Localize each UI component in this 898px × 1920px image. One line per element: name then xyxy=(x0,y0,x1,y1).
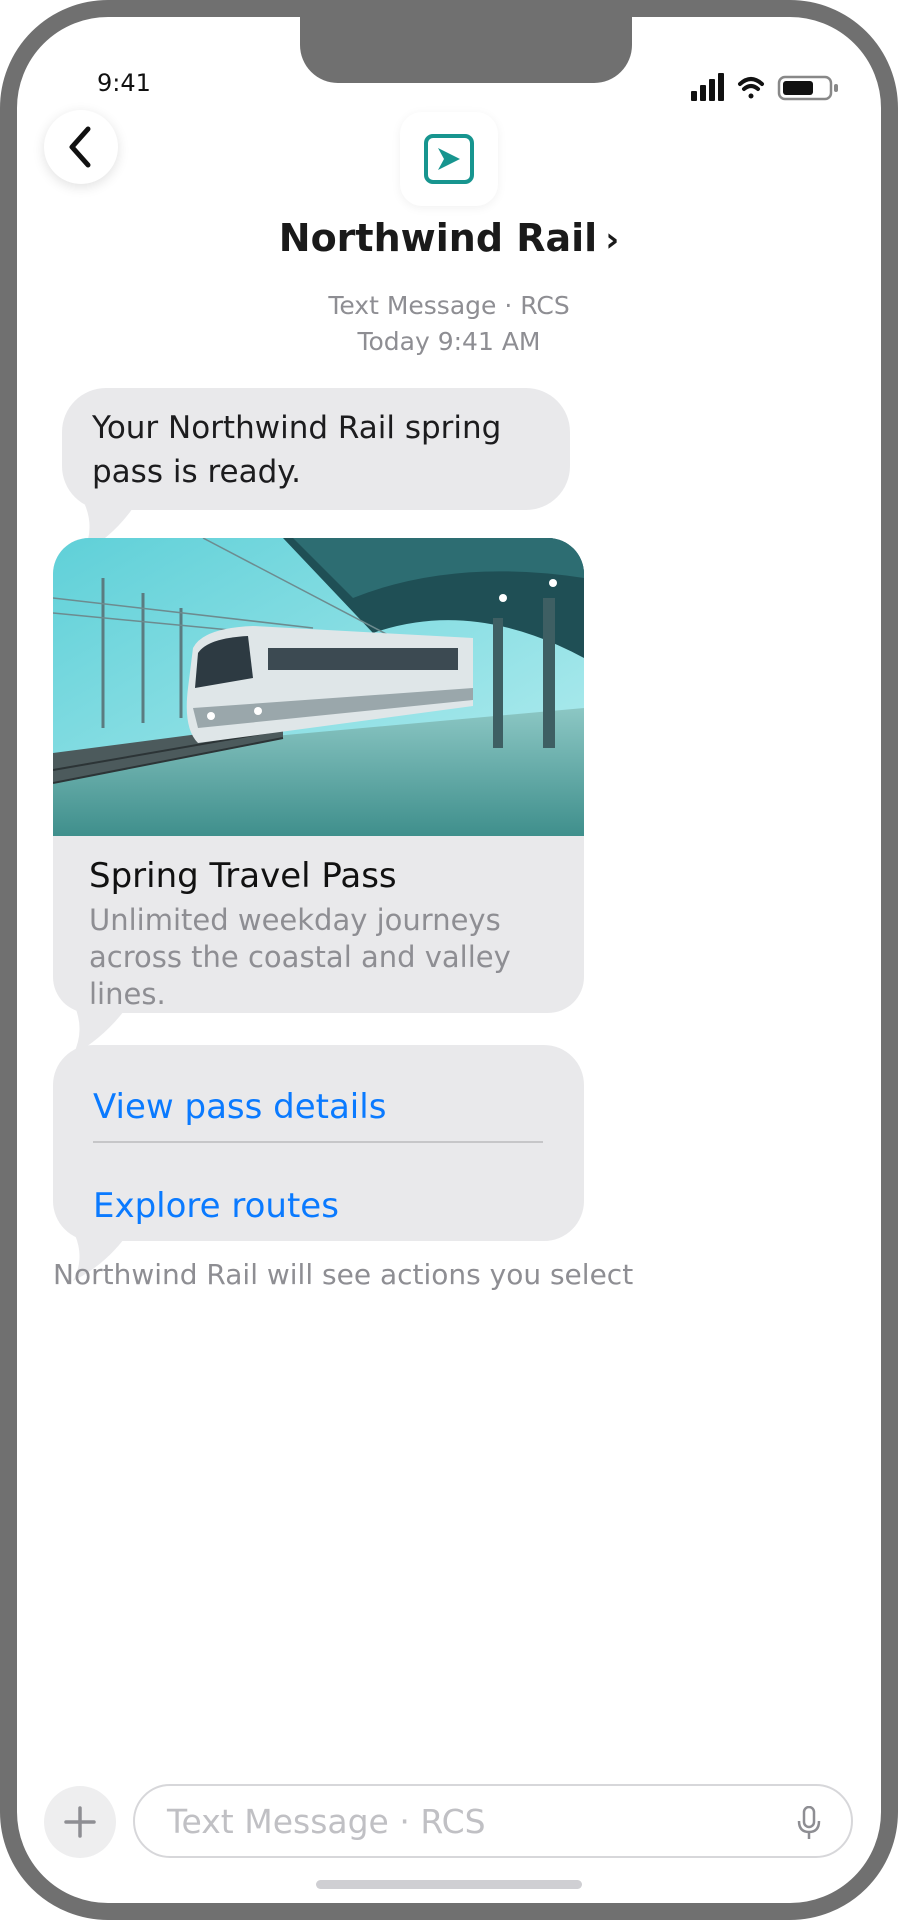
phone-frame: 9:41 Northwind Rail › Text Message · RCS… xyxy=(0,0,898,1920)
suggested-actions: View pass details Explore routes xyxy=(53,1045,584,1241)
northwind-rail-logo-icon xyxy=(424,134,474,184)
message-input-placeholder: Text Message · RCS xyxy=(167,1802,486,1841)
view-pass-details-button[interactable]: View pass details xyxy=(93,1087,386,1127)
message-input[interactable]: Text Message · RCS xyxy=(133,1784,853,1858)
back-button[interactable] xyxy=(44,110,118,184)
microphone-icon[interactable] xyxy=(797,1806,821,1840)
actions-notice: Northwind Rail will see actions you sele… xyxy=(53,1258,634,1291)
home-indicator[interactable] xyxy=(316,1880,582,1889)
chevron-right-icon: › xyxy=(605,220,620,260)
wifi-icon xyxy=(738,77,764,99)
explore-routes-button[interactable]: Explore routes xyxy=(93,1186,339,1226)
card-image-train xyxy=(53,538,584,836)
battery-icon xyxy=(777,75,838,101)
actions-divider xyxy=(93,1141,543,1143)
status-icons xyxy=(691,73,838,101)
contact-name-label: Northwind Rail xyxy=(278,216,598,260)
signal-icon xyxy=(691,73,724,101)
channel-label: Text Message · RCS xyxy=(328,291,570,320)
rich-card[interactable]: Spring Travel Pass Unlimited weekday jou… xyxy=(53,538,584,1013)
chevron-left-icon xyxy=(69,126,91,168)
message-text: Your Northwind Rail spring pass is ready… xyxy=(92,410,502,490)
status-time: 9:41 xyxy=(97,69,151,97)
plus-icon xyxy=(64,1806,96,1838)
message-timestamp: Today 9:41 AM xyxy=(357,327,541,356)
card-title: Spring Travel Pass xyxy=(89,856,397,896)
add-attachment-button[interactable] xyxy=(44,1786,116,1858)
contact-logo[interactable] xyxy=(400,112,498,206)
notch xyxy=(300,17,632,83)
contact-name[interactable]: Northwind Rail › xyxy=(17,216,881,260)
message-bubble-intro: Your Northwind Rail spring pass is ready… xyxy=(62,388,570,510)
card-description: Unlimited weekday journeys across the co… xyxy=(89,903,511,1011)
